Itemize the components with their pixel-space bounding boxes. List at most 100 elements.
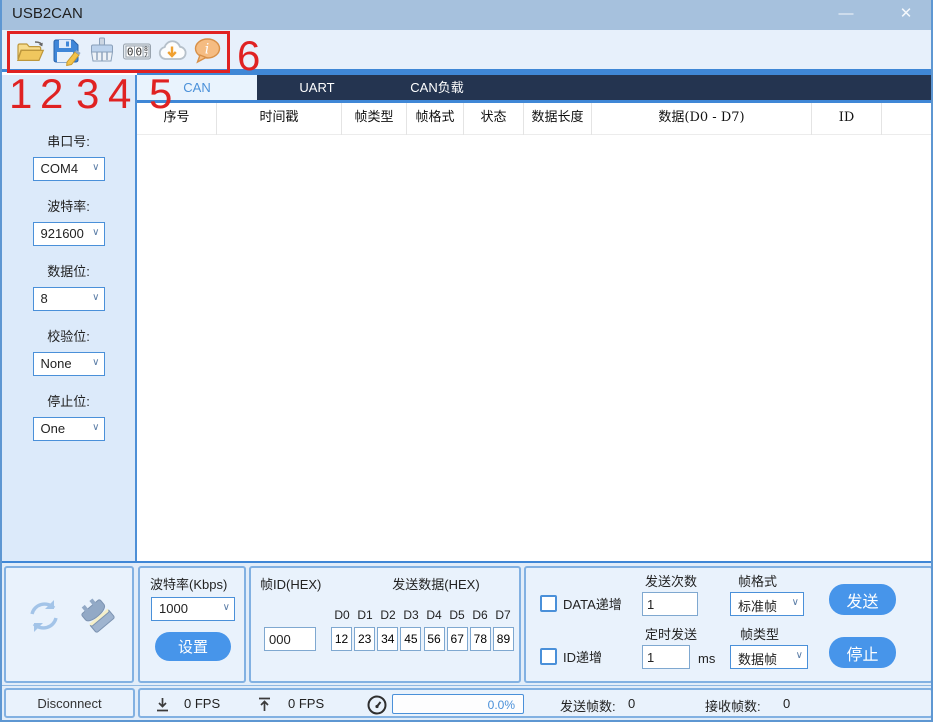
close-button[interactable]: ✕ [889, 0, 923, 30]
byte-label-d7: D7 [492, 608, 514, 622]
byte-input-d4[interactable] [424, 627, 445, 651]
databits-select[interactable]: 8 ∨ [33, 287, 105, 311]
chevron-down-icon: ∨ [92, 292, 99, 303]
can-baudrate-select[interactable]: 1000 ∨ [151, 597, 235, 621]
bus-load-progressbar: 0.0% [392, 694, 524, 714]
baudrate-field: 波特率: 921600 ∨ [2, 196, 135, 246]
col-frame-type: 帧类型 [342, 103, 407, 135]
chevron-down-icon: ∨ [92, 357, 99, 368]
frame-data-box: 帧ID(HEX) 发送数据(HEX) D0 D1 D2 D3 D4 D5 D6 … [249, 566, 521, 683]
set-baudrate-button[interactable]: 设置 [155, 632, 231, 661]
byte-input-d5[interactable] [447, 627, 468, 651]
send-options-box: DATA递增 ID递增 发送次数 定时发送 ms 帧格式 标准帧 ∨ 帧类型 数… [524, 566, 933, 683]
tab-strip: CAN UART CAN负载 [137, 72, 933, 103]
connection-tools-box [4, 566, 134, 683]
byte-input-row [331, 627, 514, 651]
save-icon[interactable] [50, 35, 82, 67]
databits-label: 数据位: [2, 261, 135, 280]
send-count-input[interactable] [642, 592, 698, 616]
toolbar: 0 0 8 7 i [2, 30, 931, 72]
serial-port-select[interactable]: COM4 ∨ [33, 157, 105, 181]
serial-port-field: 串口号: COM4 ∨ [2, 131, 135, 181]
byte-input-d6[interactable] [470, 627, 491, 651]
window-title: USB2CAN [12, 5, 83, 22]
data-increment-checkbox[interactable]: DATA递增 [540, 594, 622, 613]
byte-label-d1: D1 [354, 608, 376, 622]
tab-uart[interactable]: UART [257, 75, 377, 100]
databits-field: 数据位: 8 ∨ [2, 261, 135, 311]
frame-type-select[interactable]: 数据帧 ∨ [730, 645, 808, 669]
chevron-down-icon: ∨ [796, 650, 803, 661]
sent-frames-label: 发送帧数: [560, 696, 616, 715]
counter-icon[interactable]: 0 0 8 7 [121, 35, 153, 67]
stop-button[interactable]: 停止 [829, 637, 896, 668]
send-count-label: 发送次数 [645, 571, 697, 590]
chevron-down-icon: ∨ [92, 422, 99, 433]
rx-fps-value: 0 FPS [184, 696, 220, 711]
info-icon[interactable]: i [191, 35, 223, 67]
baudrate-label: 波特率: [2, 196, 135, 215]
checkbox-icon [540, 595, 557, 612]
timed-send-label: 定时发送 [645, 624, 697, 643]
status-metrics-box: 0 FPS 0 FPS 0.0% 发送帧数: 0 接收帧数: 0 [138, 688, 933, 718]
chevron-down-icon: ∨ [92, 162, 99, 173]
byte-input-d7[interactable] [493, 627, 514, 651]
parity-field: 校验位: None ∨ [2, 326, 135, 376]
send-data-label: 发送数据(HEX) [356, 574, 516, 593]
tab-can-load[interactable]: CAN负载 [377, 75, 497, 100]
col-id: ID [812, 103, 882, 135]
stopbits-label: 停止位: [2, 391, 135, 410]
upload-arrow-icon [256, 696, 273, 718]
id-increment-checkbox[interactable]: ID递增 [540, 647, 602, 666]
send-button[interactable]: 发送 [829, 584, 896, 615]
chevron-down-icon: ∨ [792, 597, 799, 608]
frame-id-label: 帧ID(HEX) [260, 574, 321, 593]
connection-status: Disconnect [4, 688, 135, 718]
parity-label: 校验位: [2, 326, 135, 345]
svg-text:0: 0 [135, 46, 142, 59]
chevron-down-icon: ∨ [92, 227, 99, 238]
connector-plug-icon[interactable] [76, 594, 120, 643]
byte-label-d4: D4 [423, 608, 445, 622]
frame-table-body[interactable] [137, 135, 933, 561]
byte-input-d1[interactable] [354, 627, 375, 651]
gauge-icon [366, 694, 388, 721]
byte-label-d0: D0 [331, 608, 353, 622]
received-frames-label: 接收帧数: [705, 696, 761, 715]
svg-text:i: i [205, 42, 209, 58]
tx-fps-value: 0 FPS [288, 696, 324, 711]
col-index: 序号 [137, 103, 217, 135]
svg-text:7: 7 [144, 51, 148, 59]
frame-format-select[interactable]: 标准帧 ∨ [730, 592, 804, 616]
col-filler [882, 103, 933, 135]
frame-id-input[interactable] [264, 627, 316, 651]
minimize-button[interactable]: — [829, 0, 863, 30]
serial-settings-sidebar: 串口号: COM4 ∨ 波特率: 921600 ∨ 数据位: 8 ∨ 校验位: … [2, 75, 137, 561]
col-data-bytes: 数据(D0 - D7) [592, 103, 812, 135]
clear-brush-icon[interactable] [86, 35, 118, 67]
byte-label-d3: D3 [400, 608, 422, 622]
chevron-down-icon: ∨ [223, 602, 230, 613]
byte-label-d5: D5 [446, 608, 468, 622]
col-status: 状态 [464, 103, 524, 135]
can-baudrate-label: 波特率(Kbps) [150, 574, 227, 593]
parity-select[interactable]: None ∨ [33, 352, 105, 376]
stopbits-select[interactable]: One ∨ [33, 417, 105, 441]
byte-input-d2[interactable] [377, 627, 398, 651]
byte-header-row: D0 D1 D2 D3 D4 D5 D6 D7 [331, 608, 514, 622]
open-file-icon[interactable] [15, 35, 47, 67]
app-window: USB2CAN — ✕ [0, 0, 933, 722]
byte-label-d6: D6 [469, 608, 491, 622]
timed-send-input[interactable] [642, 645, 690, 669]
checkbox-icon [540, 648, 557, 665]
refresh-icon[interactable] [20, 592, 68, 645]
serial-port-label: 串口号: [2, 131, 135, 150]
tab-can[interactable]: CAN [137, 75, 257, 100]
baudrate-select[interactable]: 921600 ∨ [33, 222, 105, 246]
cloud-download-icon[interactable] [156, 35, 188, 67]
col-timestamp: 时间戳 [217, 103, 342, 135]
byte-input-d3[interactable] [400, 627, 421, 651]
col-frame-format: 帧格式 [407, 103, 464, 135]
byte-input-d0[interactable] [331, 627, 352, 651]
send-panel: 波特率(Kbps) 1000 ∨ 设置 帧ID(HEX) 发送数据(HEX) D… [2, 561, 931, 685]
